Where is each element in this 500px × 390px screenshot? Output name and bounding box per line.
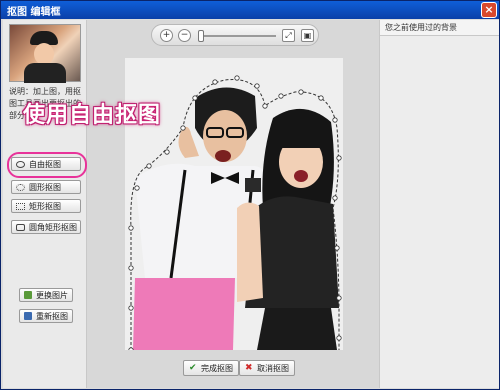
left-panel: 说明：加上图，用抠图工具画出要抠出的部分。 自由抠图 圆形抠图 矩形抠图 圆角矩… <box>3 20 87 388</box>
change-image-button[interactable]: 更换图片 <box>19 288 73 302</box>
redo-icon <box>24 312 32 320</box>
finish-cutout-button[interactable]: ✔ 完成抠图 <box>183 360 239 376</box>
tool-label: 自由抠图 <box>29 159 61 169</box>
tool-label: 矩形抠图 <box>29 201 61 211</box>
rectangle-icon <box>16 202 25 210</box>
check-icon: ✔ <box>189 362 197 373</box>
window-title: 抠图 编辑框 <box>7 6 61 18</box>
tutorial-callout: 使用自由抠图 <box>23 103 162 128</box>
zoom-slider-thumb[interactable] <box>198 30 204 42</box>
cancel-label: 取消抠图 <box>257 363 289 373</box>
title-bar: 抠图 编辑框 × <box>1 1 499 19</box>
zoom-slider-track[interactable] <box>200 35 276 37</box>
lasso-icon <box>16 160 25 168</box>
tool-label: 圆角矩形抠图 <box>29 222 77 232</box>
free-cutout-button[interactable]: 自由抠图 <box>11 157 81 171</box>
actual-size-button[interactable]: ▣ <box>301 29 314 42</box>
canvas-area: + − ⤢ ▣ ✔ 完成抠图 ✖ 取消抠图 <box>87 20 379 388</box>
background-history-header: 您之前使用过的背景 <box>380 20 499 36</box>
fit-window-button[interactable]: ⤢ <box>282 29 295 42</box>
background-history-panel: 您之前使用过的背景 <box>379 20 499 388</box>
editor-window: 抠图 编辑框 × 说明：加上图，用抠图工具画出要抠出的部分。 自由抠图 圆形抠图… <box>0 0 500 390</box>
action-label: 重新抠图 <box>36 311 68 321</box>
photo-thumbnail <box>9 24 81 83</box>
redo-cutout-button[interactable]: 重新抠图 <box>19 309 73 323</box>
cancel-cutout-button[interactable]: ✖ 取消抠图 <box>239 360 295 376</box>
finish-label: 完成抠图 <box>201 363 233 373</box>
zoom-out-button[interactable]: − <box>178 29 191 42</box>
zoom-toolbar: + − ⤢ ▣ <box>151 24 319 46</box>
image-icon <box>24 291 32 299</box>
rectangle-cutout-button[interactable]: 矩形抠图 <box>11 199 81 213</box>
ellipse-icon <box>16 183 25 191</box>
ellipse-cutout-button[interactable]: 圆形抠图 <box>11 180 81 194</box>
zoom-in-button[interactable]: + <box>160 29 173 42</box>
tool-label: 圆形抠图 <box>29 182 61 192</box>
rounded-rectangle-cutout-button[interactable]: 圆角矩形抠图 <box>11 220 81 234</box>
close-button[interactable]: × <box>481 2 497 18</box>
action-label: 更换图片 <box>36 290 68 300</box>
cancel-icon: ✖ <box>245 362 253 373</box>
rounded-rectangle-icon <box>16 223 25 231</box>
